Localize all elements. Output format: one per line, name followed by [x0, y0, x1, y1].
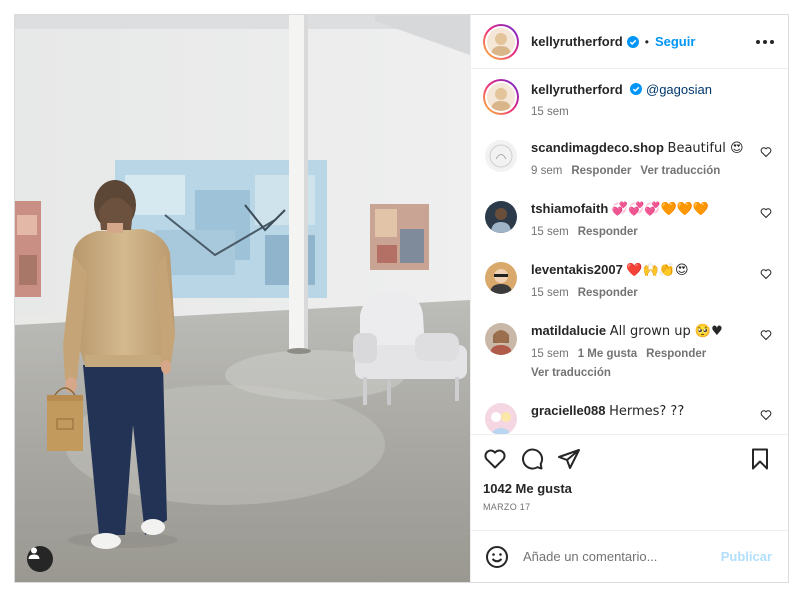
comments-list[interactable]: kellyrutherford @gagosian 15 sem scandim…: [471, 69, 788, 434]
comment-time: 15 sem: [531, 287, 569, 300]
comment-like-heart-icon[interactable]: [760, 268, 772, 280]
comment-text: Hermes? ??: [609, 404, 685, 420]
heart-icon[interactable]: [483, 447, 507, 471]
add-comment-bar: Publicar: [471, 530, 788, 582]
comment-item: scandimagdeco.shop Beautiful 😍 9 sem Resp…: [483, 140, 772, 177]
commenter-avatar[interactable]: [485, 403, 517, 434]
author-username[interactable]: kellyrutherford: [531, 34, 623, 49]
comment-like-heart-icon[interactable]: [760, 409, 772, 421]
commenter-avatar[interactable]: [485, 140, 517, 173]
commenter-avatar[interactable]: [485, 201, 517, 234]
comment-like-heart-icon[interactable]: [760, 146, 772, 158]
post-date: MARZO 17: [483, 502, 531, 512]
comment-time: 9 sem: [531, 165, 563, 178]
post-photo[interactable]: [15, 15, 470, 582]
post-header: kellyrutherford • Seguir: [471, 15, 788, 70]
comment-item: gracielle088 Hermes? ??: [483, 403, 772, 434]
reply-button[interactable]: Responder: [646, 348, 706, 360]
comment-like-heart-icon[interactable]: [760, 329, 772, 341]
translate-button[interactable]: Ver traducción: [640, 165, 720, 177]
gallery-photo: [15, 15, 470, 582]
comment-icon[interactable]: [520, 447, 544, 471]
comment-username[interactable]: gracielle088: [531, 403, 605, 418]
comment-item: matildalucie All grown up 🥺♥ 15 sem 1 Me …: [483, 323, 772, 379]
caption-time: 15 sem: [531, 106, 569, 119]
comment-username[interactable]: tshiamofaith: [531, 201, 608, 216]
author-avatar[interactable]: [483, 23, 519, 60]
reply-button[interactable]: Responder: [578, 226, 638, 238]
verified-badge-icon: [630, 83, 643, 96]
comment-text: All grown up 🥺♥: [609, 324, 723, 340]
caption-avatar[interactable]: [483, 79, 519, 116]
comment-username[interactable]: leventakis2007: [531, 262, 623, 277]
comment-username[interactable]: scandimagdeco.shop: [531, 140, 664, 155]
emoji-icon[interactable]: [485, 545, 509, 569]
reply-button[interactable]: Responder: [578, 287, 638, 299]
comment-time: 15 sem: [531, 226, 569, 239]
verified-badge-icon: [626, 35, 639, 48]
comment-time: 15 sem: [531, 348, 569, 361]
post-side-panel: kellyrutherford • Seguir kellyrutherford: [470, 15, 788, 582]
comment-text: 💞💞💞🧡🧡🧡: [611, 202, 710, 218]
likes-count[interactable]: 1042 Me gusta: [483, 481, 772, 496]
comment-text: ❤️🙌👏😍: [626, 263, 689, 279]
post-caption: kellyrutherford @gagosian 15 sem: [483, 79, 772, 118]
commenter-avatar[interactable]: [485, 262, 517, 295]
comment-like-heart-icon[interactable]: [760, 207, 772, 219]
comment-item: leventakis2007 ❤️🙌👏😍 15 sem Responder: [483, 262, 772, 299]
comment-text: Beautiful 😍: [667, 141, 744, 157]
user-tag-icon[interactable]: [27, 546, 53, 572]
caption-mention[interactable]: @gagosian: [646, 82, 712, 97]
follow-button[interactable]: Seguir: [655, 34, 695, 49]
post-actions: 1042 Me gusta MARZO 17: [471, 434, 788, 530]
comment-likes-count[interactable]: 1 Me gusta: [578, 348, 637, 360]
more-horizontal-icon[interactable]: [756, 39, 774, 44]
share-icon[interactable]: [557, 447, 581, 471]
publish-button[interactable]: Publicar: [721, 549, 772, 564]
separator-dot: •: [644, 34, 649, 49]
reply-button[interactable]: Responder: [571, 165, 631, 177]
comment-input[interactable]: [523, 549, 721, 564]
translate-button[interactable]: Ver traducción: [531, 367, 751, 379]
comment-item: tshiamofaith 💞💞💞🧡🧡🧡 15 sem Responder: [483, 201, 772, 238]
bookmark-icon[interactable]: [748, 447, 772, 471]
comment-username[interactable]: matildalucie: [531, 323, 606, 338]
caption-username[interactable]: kellyrutherford: [531, 82, 623, 97]
commenter-avatar[interactable]: [485, 323, 517, 356]
post-modal: kellyrutherford • Seguir kellyrutherford: [14, 14, 789, 583]
